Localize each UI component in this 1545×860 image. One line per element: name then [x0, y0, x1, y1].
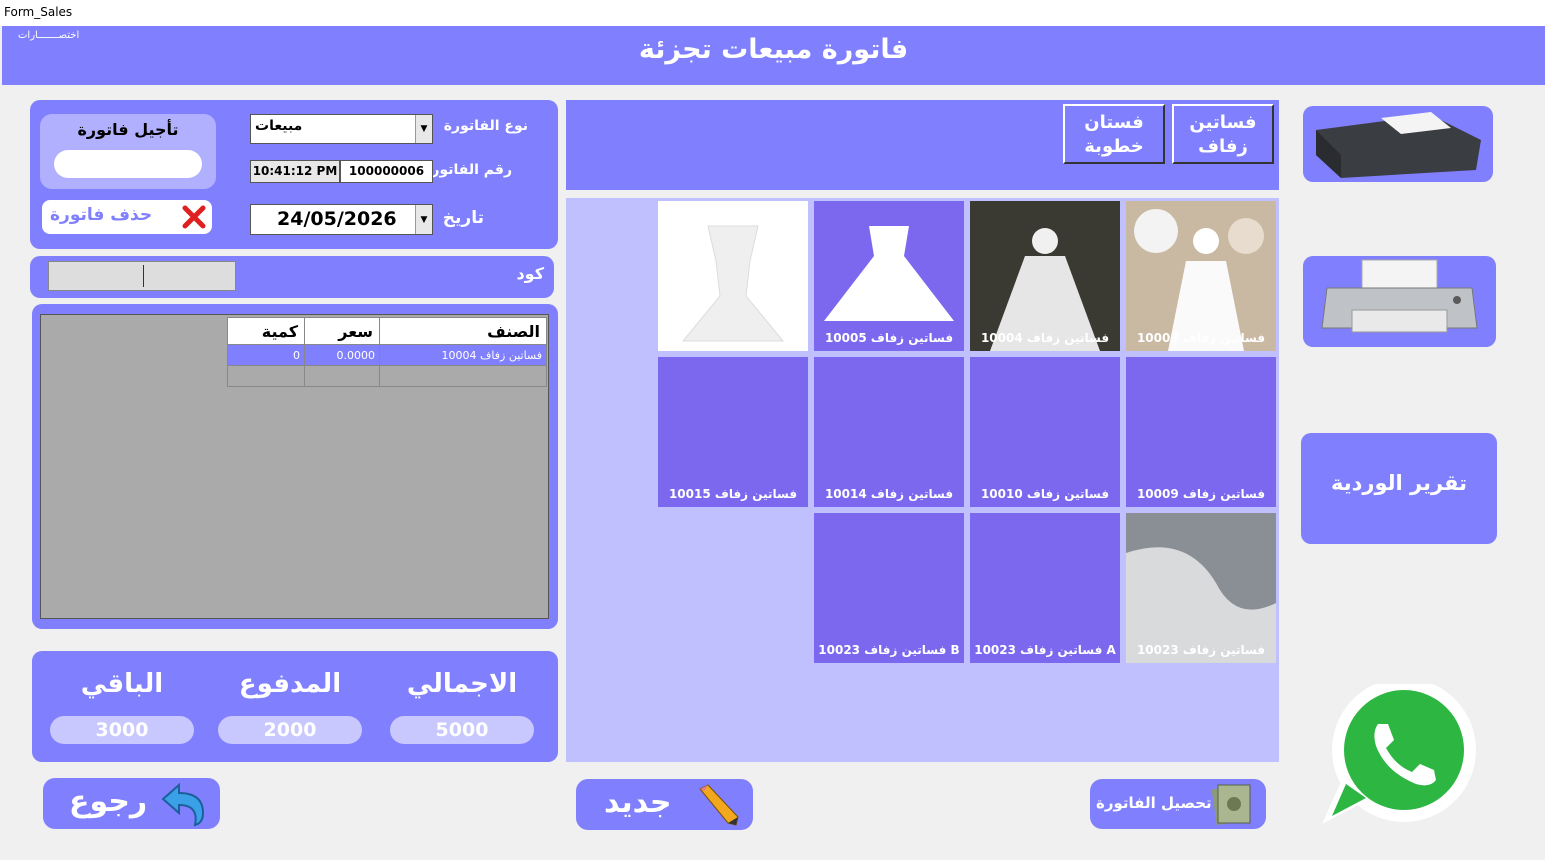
- product-label: فساتين زفاف 10010: [980, 487, 1110, 501]
- new-invoice-label: جديد: [604, 785, 672, 820]
- product-label: فساتين زفاف 10003: [1136, 331, 1266, 345]
- code-panel: كود: [30, 256, 554, 298]
- red-x-icon: [182, 205, 206, 229]
- total-label: الاجمالي: [406, 669, 518, 699]
- total-value: 5000: [390, 716, 534, 744]
- window-title: Form_Sales: [4, 5, 73, 19]
- product-label: فساتين زفاف 10023: [1136, 643, 1266, 657]
- invoice-time-field: 10:41:12 PM: [250, 160, 340, 183]
- date-value: 24/05/2026: [277, 208, 397, 230]
- product-label: فساتين زفاف 10009: [1136, 487, 1266, 501]
- remaining-value: 3000: [50, 716, 194, 744]
- pencil-icon: [699, 784, 739, 826]
- cell-qty: 0: [227, 344, 305, 366]
- undo-arrow-icon: [161, 782, 205, 827]
- defer-invoice-field[interactable]: [54, 150, 202, 178]
- product-label: فساتين زفاف 10023 A: [974, 643, 1116, 657]
- shift-report-button[interactable]: تقرير الوردية: [1301, 433, 1497, 544]
- bride-photo-image: [970, 201, 1120, 351]
- whatsapp-icon: [1322, 678, 1476, 824]
- dress-image: [824, 226, 954, 321]
- page-title: فاتورة مبيعات تجزئة: [638, 34, 909, 65]
- chevron-down-icon[interactable]: ▼: [415, 115, 432, 143]
- product-tile[interactable]: فساتين زفاف 10003: [1126, 201, 1276, 351]
- table-row-new[interactable]: [227, 365, 547, 387]
- category-bar: فساتين زفاف فستان خطوبة: [566, 100, 1279, 190]
- window-titlebar: Form_Sales: [0, 0, 1545, 26]
- shift-report-label: تقرير الوردية: [1330, 471, 1468, 495]
- chevron-down-icon[interactable]: ▼: [415, 205, 432, 234]
- products-grid: فساتين زفاف 10003 فساتين زفاف 10004 فسات…: [566, 198, 1279, 762]
- product-tile[interactable]: فساتين زفاف 10009: [1126, 357, 1276, 507]
- items-table: كمية سعر الصنف 0 0.0000 فساتين زفاف 1000…: [227, 317, 547, 387]
- receipt-printer-icon: [1316, 112, 1481, 178]
- product-tile[interactable]: فساتين زفاف 10015: [658, 357, 808, 507]
- text-caret: [143, 265, 144, 287]
- receipt-printer-button[interactable]: [1303, 106, 1493, 182]
- paid-label: المدفوع: [238, 669, 342, 699]
- money-icon: [1211, 784, 1251, 826]
- product-label: فساتين زفاف 10015: [668, 487, 798, 501]
- back-label: رجوع: [69, 784, 148, 819]
- date-label: تاريخ: [442, 208, 484, 228]
- delete-invoice-button[interactable]: حذف فاتورة: [42, 200, 212, 234]
- product-label: فساتين زفاف 10023 B: [818, 643, 960, 657]
- remaining-label: الباقي: [80, 669, 164, 699]
- table-row[interactable]: 0 0.0000 فساتين زفاف 10004: [227, 344, 547, 366]
- product-tile[interactable]: فساتين زفاف 10010: [970, 357, 1120, 507]
- invoice-type-value: مبيعات: [255, 118, 303, 134]
- product-label: فساتين زفاف 10014: [824, 487, 954, 501]
- product-tile[interactable]: فساتين زفاف 10004: [970, 201, 1120, 351]
- product-tile[interactable]: فساتين زفاف 10023: [1126, 513, 1276, 663]
- table-header-row: كمية سعر الصنف: [227, 317, 547, 345]
- product-label: فساتين زفاف 10005: [824, 331, 954, 345]
- invoice-number-label: رقم الفاتورة: [423, 162, 512, 178]
- page-header: اختصـــــــارات فاتورة مبيعات تجزئة: [2, 26, 1545, 85]
- invoice-info-panel: تأجيل فاتورة حذف فاتورة نوع الفاتورة مبي…: [30, 100, 558, 249]
- column-header-price[interactable]: سعر: [304, 317, 380, 345]
- cell-price: 0.0000: [304, 344, 380, 366]
- product-tile[interactable]: فساتين زفاف 10014: [814, 357, 964, 507]
- invoice-type-label: نوع الفاتورة: [443, 118, 528, 134]
- defer-invoice-box: تأجيل فاتورة: [40, 114, 216, 189]
- dress-detail-photo-image: [1126, 513, 1276, 663]
- totals-panel: الاجمالي المدفوع الباقي 5000 2000 3000: [32, 651, 558, 762]
- invoice-number-field[interactable]: 100000006: [340, 160, 433, 183]
- defer-invoice-label: تأجيل فاتورة: [77, 120, 179, 139]
- paid-value[interactable]: 2000: [218, 716, 362, 744]
- cell-item: فساتين زفاف 10004: [379, 344, 547, 366]
- new-invoice-button[interactable]: جديد: [576, 779, 753, 830]
- delete-invoice-label: حذف فاتورة: [50, 205, 153, 225]
- product-tile[interactable]: فساتين زفاف 10023 B: [814, 513, 964, 663]
- category-wedding-dresses[interactable]: فساتين زفاف: [1172, 104, 1274, 164]
- items-grid-panel: كمية سعر الصنف 0 0.0000 فساتين زفاف 1000…: [32, 304, 558, 629]
- product-tile[interactable]: [658, 201, 808, 351]
- whatsapp-button[interactable]: [1312, 678, 1492, 826]
- items-grid[interactable]: كمية سعر الصنف 0 0.0000 فساتين زفاف 1000…: [40, 314, 549, 619]
- invoice-type-select[interactable]: مبيعات ▼: [250, 114, 433, 144]
- printer-icon: [1321, 259, 1478, 333]
- date-picker[interactable]: 24/05/2026 ▼: [250, 204, 433, 235]
- print-button[interactable]: [1303, 256, 1496, 347]
- collect-invoice-button[interactable]: تحصيل الفاتورة: [1090, 779, 1266, 829]
- product-tile[interactable]: فساتين زفاف 10023 A: [970, 513, 1120, 663]
- bride-photo-image: [1126, 201, 1276, 351]
- code-label: كود: [516, 264, 544, 283]
- column-header-item[interactable]: الصنف: [379, 317, 547, 345]
- product-label: فساتين زفاف 10004: [980, 331, 1110, 345]
- back-button[interactable]: رجوع: [43, 778, 220, 829]
- category-engagement-dress[interactable]: فستان خطوبة: [1063, 104, 1165, 164]
- product-tile[interactable]: فساتين زفاف 10005: [814, 201, 964, 351]
- column-header-qty[interactable]: كمية: [227, 317, 305, 345]
- code-input[interactable]: [48, 261, 236, 291]
- dress-image: [681, 225, 785, 342]
- collect-invoice-label: تحصيل الفاتورة: [1096, 794, 1212, 812]
